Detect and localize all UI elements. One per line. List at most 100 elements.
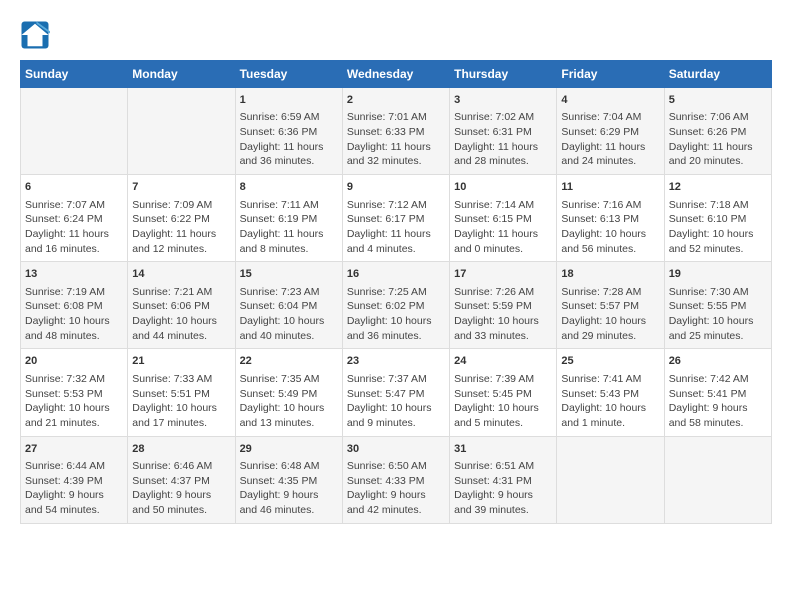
calendar-cell: 28Sunrise: 6:46 AM Sunset: 4:37 PM Dayli… <box>128 436 235 523</box>
day-number: 23 <box>347 354 445 369</box>
calendar-week-2: 6 Sunrise: 7:07 AM Sunset: 6:24 PM Daylig… <box>21 175 772 262</box>
day-info: Sunrise: 7:21 AM Sunset: 6:06 PM Dayligh… <box>132 285 230 344</box>
logo-icon <box>20 20 50 50</box>
day-info: Sunrise: 7:37 AM Sunset: 5:47 PM Dayligh… <box>347 372 445 431</box>
day-info: Sunrise: 7:25 AM Sunset: 6:02 PM Dayligh… <box>347 285 445 344</box>
day-number: 3 <box>454 93 552 108</box>
logo <box>20 20 54 50</box>
calendar-cell: 13 Sunrise: 7:19 AM Sunset: 6:08 PM Dayli… <box>21 262 128 349</box>
day-info: Sunrise: 7:06 AM Sunset: 6:26 PM Dayligh… <box>669 110 767 169</box>
calendar-cell <box>21 88 128 175</box>
day-number: 29 <box>240 442 338 457</box>
day-number: 1 <box>240 93 338 108</box>
calendar-cell: 27 Sunrise: 6:44 AM Sunset: 4:39 PM Dayli… <box>21 436 128 523</box>
day-number: 25 <box>561 354 659 369</box>
day-info: Sunrise: 7:02 AM Sunset: 6:31 PM Dayligh… <box>454 110 552 169</box>
day-number: 24 <box>454 354 552 369</box>
day-info: Sunrise: 7:33 AM Sunset: 5:51 PM Dayligh… <box>132 372 230 431</box>
calendar-cell: 15 Sunrise: 7:23 AM Sunset: 6:04 PM Dayli… <box>235 262 342 349</box>
header-day-friday: Friday <box>557 61 664 88</box>
day-info: Sunrise: 7:14 AM Sunset: 6:15 PM Dayligh… <box>454 198 552 257</box>
day-info: Sunrise: 7:18 AM Sunset: 6:10 PM Dayligh… <box>669 198 767 257</box>
day-number: 5 <box>669 93 767 108</box>
calendar-cell: 4 Sunrise: 7:04 AM Sunset: 6:29 PM Daylig… <box>557 88 664 175</box>
day-number: 26 <box>669 354 767 369</box>
day-info: Sunrise: 7:07 AM Sunset: 6:24 PM Dayligh… <box>25 198 123 257</box>
day-number: 27 <box>25 442 123 457</box>
day-info: Sunrise: 6:44 AM Sunset: 4:39 PM Dayligh… <box>25 459 123 518</box>
header-day-tuesday: Tuesday <box>235 61 342 88</box>
day-number: 20 <box>25 354 123 369</box>
calendar-cell: 10 Sunrise: 7:14 AM Sunset: 6:15 PM Dayli… <box>450 175 557 262</box>
day-info: Sunrise: 7:35 AM Sunset: 5:49 PM Dayligh… <box>240 372 338 431</box>
day-info: Sunrise: 6:48 AM Sunset: 4:35 PM Dayligh… <box>240 459 338 518</box>
calendar-cell: 29 Sunrise: 6:48 AM Sunset: 4:35 PM Dayli… <box>235 436 342 523</box>
calendar-table: SundayMondayTuesdayWednesdayThursdayFrid… <box>20 60 772 524</box>
day-number: 22 <box>240 354 338 369</box>
header-day-saturday: Saturday <box>664 61 771 88</box>
calendar-cell: 2Sunrise: 7:01 AM Sunset: 6:33 PM Daylig… <box>342 88 449 175</box>
day-number: 6 <box>25 180 123 195</box>
calendar-cell: 8 Sunrise: 7:11 AM Sunset: 6:19 PM Daylig… <box>235 175 342 262</box>
calendar-cell: 19Sunrise: 7:30 AM Sunset: 5:55 PM Dayli… <box>664 262 771 349</box>
day-number: 4 <box>561 93 659 108</box>
day-number: 10 <box>454 180 552 195</box>
day-info: Sunrise: 7:42 AM Sunset: 5:41 PM Dayligh… <box>669 372 767 431</box>
day-number: 16 <box>347 267 445 282</box>
calendar-cell: 30 Sunrise: 6:50 AM Sunset: 4:33 PM Dayli… <box>342 436 449 523</box>
day-number: 12 <box>669 180 767 195</box>
day-info: Sunrise: 7:30 AM Sunset: 5:55 PM Dayligh… <box>669 285 767 344</box>
day-number: 13 <box>25 267 123 282</box>
calendar-cell: 11Sunrise: 7:16 AM Sunset: 6:13 PM Dayli… <box>557 175 664 262</box>
calendar-cell: 16 Sunrise: 7:25 AM Sunset: 6:02 PM Dayli… <box>342 262 449 349</box>
day-info: Sunrise: 6:51 AM Sunset: 4:31 PM Dayligh… <box>454 459 552 518</box>
calendar-cell: 23 Sunrise: 7:37 AM Sunset: 5:47 PM Dayli… <box>342 349 449 436</box>
day-number: 15 <box>240 267 338 282</box>
day-info: Sunrise: 7:12 AM Sunset: 6:17 PM Dayligh… <box>347 198 445 257</box>
day-info: Sunrise: 7:11 AM Sunset: 6:19 PM Dayligh… <box>240 198 338 257</box>
day-info: Sunrise: 7:09 AM Sunset: 6:22 PM Dayligh… <box>132 198 230 257</box>
calendar-cell: 20Sunrise: 7:32 AM Sunset: 5:53 PM Dayli… <box>21 349 128 436</box>
calendar-cell <box>557 436 664 523</box>
calendar-week-3: 13 Sunrise: 7:19 AM Sunset: 6:08 PM Dayli… <box>21 262 772 349</box>
header-day-thursday: Thursday <box>450 61 557 88</box>
day-info: Sunrise: 6:59 AM Sunset: 6:36 PM Dayligh… <box>240 110 338 169</box>
calendar-cell: 24Sunrise: 7:39 AM Sunset: 5:45 PM Dayli… <box>450 349 557 436</box>
calendar-cell <box>664 436 771 523</box>
calendar-header-row: SundayMondayTuesdayWednesdayThursdayFrid… <box>21 61 772 88</box>
calendar-cell: 18 Sunrise: 7:28 AM Sunset: 5:57 PM Dayli… <box>557 262 664 349</box>
header-day-wednesday: Wednesday <box>342 61 449 88</box>
day-info: Sunrise: 7:26 AM Sunset: 5:59 PM Dayligh… <box>454 285 552 344</box>
calendar-cell: 22 Sunrise: 7:35 AM Sunset: 5:49 PM Dayli… <box>235 349 342 436</box>
day-number: 14 <box>132 267 230 282</box>
day-info: Sunrise: 7:19 AM Sunset: 6:08 PM Dayligh… <box>25 285 123 344</box>
day-info: Sunrise: 7:16 AM Sunset: 6:13 PM Dayligh… <box>561 198 659 257</box>
calendar-cell: 12 Sunrise: 7:18 AM Sunset: 6:10 PM Dayli… <box>664 175 771 262</box>
calendar-cell <box>128 88 235 175</box>
day-info: Sunrise: 6:50 AM Sunset: 4:33 PM Dayligh… <box>347 459 445 518</box>
day-number: 30 <box>347 442 445 457</box>
calendar-cell: 26 Sunrise: 7:42 AM Sunset: 5:41 PM Dayli… <box>664 349 771 436</box>
day-number: 31 <box>454 442 552 457</box>
calendar-week-1: 1 Sunrise: 6:59 AM Sunset: 6:36 PM Daylig… <box>21 88 772 175</box>
day-number: 8 <box>240 180 338 195</box>
calendar-cell: 21Sunrise: 7:33 AM Sunset: 5:51 PM Dayli… <box>128 349 235 436</box>
calendar-cell: 7Sunrise: 7:09 AM Sunset: 6:22 PM Daylig… <box>128 175 235 262</box>
day-number: 18 <box>561 267 659 282</box>
day-number: 28 <box>132 442 230 457</box>
day-info: Sunrise: 7:23 AM Sunset: 6:04 PM Dayligh… <box>240 285 338 344</box>
day-info: Sunrise: 7:28 AM Sunset: 5:57 PM Dayligh… <box>561 285 659 344</box>
calendar-week-5: 27 Sunrise: 6:44 AM Sunset: 4:39 PM Dayli… <box>21 436 772 523</box>
page-header <box>20 20 772 50</box>
day-info: Sunrise: 7:01 AM Sunset: 6:33 PM Dayligh… <box>347 110 445 169</box>
calendar-cell: 17Sunrise: 7:26 AM Sunset: 5:59 PM Dayli… <box>450 262 557 349</box>
calendar-cell: 31 Sunrise: 6:51 AM Sunset: 4:31 PM Dayli… <box>450 436 557 523</box>
header-day-sunday: Sunday <box>21 61 128 88</box>
calendar-cell: 14 Sunrise: 7:21 AM Sunset: 6:06 PM Dayli… <box>128 262 235 349</box>
day-number: 9 <box>347 180 445 195</box>
day-info: Sunrise: 7:41 AM Sunset: 5:43 PM Dayligh… <box>561 372 659 431</box>
calendar-cell: 6 Sunrise: 7:07 AM Sunset: 6:24 PM Daylig… <box>21 175 128 262</box>
day-info: Sunrise: 7:04 AM Sunset: 6:29 PM Dayligh… <box>561 110 659 169</box>
header-day-monday: Monday <box>128 61 235 88</box>
calendar-cell: 9 Sunrise: 7:12 AM Sunset: 6:17 PM Daylig… <box>342 175 449 262</box>
